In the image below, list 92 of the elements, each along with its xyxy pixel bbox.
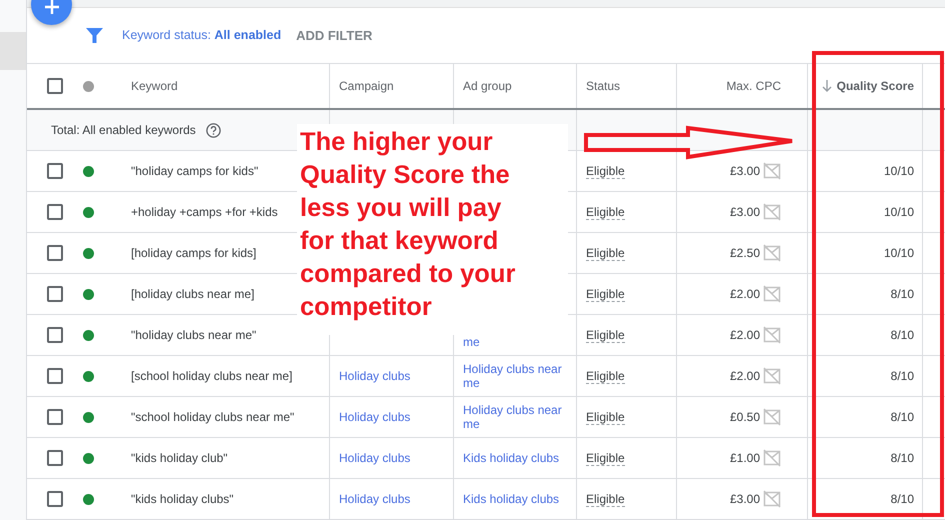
checkbox[interactable] — [47, 409, 63, 425]
column-header[interactable]: Max. CPC — [726, 79, 781, 93]
max-cpc-value: £0.50 — [730, 410, 760, 424]
filter-chip[interactable]: Keyword status: All enabled — [122, 28, 282, 42]
checkbox[interactable] — [47, 450, 63, 466]
crossed-box-icon — [763, 203, 781, 221]
ad-group-link[interactable]: Holiday clubs near me — [454, 403, 576, 431]
campaign-link[interactable]: Holiday clubs — [330, 369, 420, 383]
table-row[interactable]: "kids holiday clubs" Holiday clubs Kids holiday clubs Eligible £3.00 8/10 — [27, 479, 945, 520]
crossed-box-icon — [763, 162, 781, 180]
sort-arrow-icon[interactable] — [822, 80, 832, 92]
ad-group-link[interactable]: Kids holiday clubs — [454, 451, 568, 465]
checkbox[interactable] — [47, 368, 63, 384]
status-text: Eligible — [586, 492, 625, 506]
keyword-text: [holiday clubs near me] — [131, 287, 254, 301]
column-header[interactable]: Status — [586, 79, 620, 93]
max-cpc-value: £2.50 — [730, 246, 760, 260]
column-header[interactable]: Ad group — [463, 79, 512, 93]
checkbox[interactable] — [47, 78, 63, 94]
campaign-link[interactable]: Holiday clubs — [330, 410, 420, 424]
keyword-text: [holiday camps for kids] — [131, 246, 256, 260]
status-dot — [83, 452, 94, 464]
status-text: Eligible — [586, 368, 625, 384]
quality-score-value: 8/10 — [890, 410, 914, 424]
status-dot — [83, 80, 94, 92]
help-icon[interactable] — [206, 122, 221, 138]
checkbox[interactable] — [47, 163, 63, 179]
column-header[interactable]: Campaign — [339, 79, 394, 93]
status-text: Eligible — [586, 246, 625, 260]
keyword-text: "school holiday clubs near me" — [131, 410, 294, 424]
status-dot — [83, 206, 94, 218]
keyword-text: "holiday clubs near me" — [131, 328, 256, 342]
column-header[interactable]: Keyword — [131, 79, 178, 93]
keyword-text: +holiday +camps +for +kids — [131, 205, 278, 219]
total-label: Total: All enabled keywords — [51, 123, 196, 137]
quality-score-value: 8/10 — [890, 287, 914, 301]
max-cpc-value: £3.00 — [730, 205, 760, 219]
column-header[interactable]: Quality Score — [836, 79, 914, 93]
keyword-text: [school holiday clubs near me] — [131, 369, 292, 383]
checkbox[interactable] — [47, 245, 63, 261]
status-text: Eligible — [586, 410, 625, 424]
status-text: Eligible — [586, 164, 625, 178]
status-dot — [83, 248, 94, 258]
status-text: Eligible — [586, 328, 625, 342]
keyword-text: "kids holiday clubs" — [131, 492, 234, 506]
quality-score-value: 10/10 — [884, 164, 914, 178]
max-cpc-value: £1.00 — [730, 451, 760, 465]
status-dot — [83, 412, 94, 422]
plus-icon — [44, 0, 60, 15]
quality-score-value: 8/10 — [890, 328, 914, 342]
annotation-text: The higher your Quality Score the less you will pay for that keyword compared to your competitor — [297, 124, 568, 335]
status-text: Eligible — [586, 286, 625, 302]
keyword-text: "kids holiday club" — [131, 451, 228, 465]
keyword-text: "holiday camps for kids" — [131, 164, 258, 178]
quality-score-value: 8/10 — [890, 369, 914, 383]
quality-score-value: 8/10 — [890, 492, 914, 506]
table-row[interactable]: "kids holiday club" Holiday clubs Kids holiday clubs Eligible £1.00 8/10 — [27, 438, 945, 479]
max-cpc-value: £3.00 — [730, 492, 760, 506]
status-dot — [83, 330, 94, 340]
crossed-box-icon — [763, 449, 781, 467]
add-filter-button[interactable]: ADD FILTER — [296, 28, 372, 43]
status-text: Eligible — [586, 204, 625, 220]
quality-score-value: 10/10 — [884, 246, 914, 260]
crossed-box-icon — [763, 490, 781, 508]
crossed-box-icon — [763, 367, 781, 385]
checkbox[interactable] — [47, 286, 63, 302]
crossed-box-icon — [763, 244, 781, 262]
campaign-link[interactable]: Holiday clubs — [330, 451, 420, 465]
campaign-link[interactable]: Holiday clubs — [330, 492, 420, 506]
status-dot — [83, 166, 94, 176]
crossed-box-icon — [763, 326, 781, 344]
checkbox[interactable] — [47, 327, 63, 343]
checkbox[interactable] — [47, 204, 63, 220]
checkbox[interactable] — [47, 491, 63, 507]
crossed-box-icon — [763, 408, 781, 426]
status-dot — [83, 370, 94, 382]
status-dot — [83, 288, 94, 300]
ad-group-link[interactable]: Holiday clubs near me — [454, 362, 576, 390]
crossed-box-icon — [763, 285, 781, 303]
ad-group-link[interactable]: me — [454, 335, 489, 349]
quality-score-value: 8/10 — [890, 451, 914, 465]
max-cpc-value: £3.00 — [730, 164, 760, 178]
filter-icon[interactable] — [86, 26, 103, 44]
table-row[interactable]: [school holiday clubs near me] Holiday clubs Holiday clubs near me Eligible £2.00 8/10 — [27, 356, 945, 397]
max-cpc-value: £2.00 — [730, 287, 760, 301]
max-cpc-value: £2.00 — [730, 369, 760, 383]
table-row[interactable]: "school holiday clubs near me" Holiday clubs Holiday clubs near me Eligible £0.50 8/10 — [27, 397, 945, 438]
quality-score-value: 10/10 — [884, 205, 914, 219]
ad-group-link[interactable]: Kids holiday clubs — [454, 492, 568, 506]
status-dot — [83, 494, 94, 504]
max-cpc-value: £2.00 — [730, 328, 760, 342]
status-text: Eligible — [586, 450, 625, 466]
